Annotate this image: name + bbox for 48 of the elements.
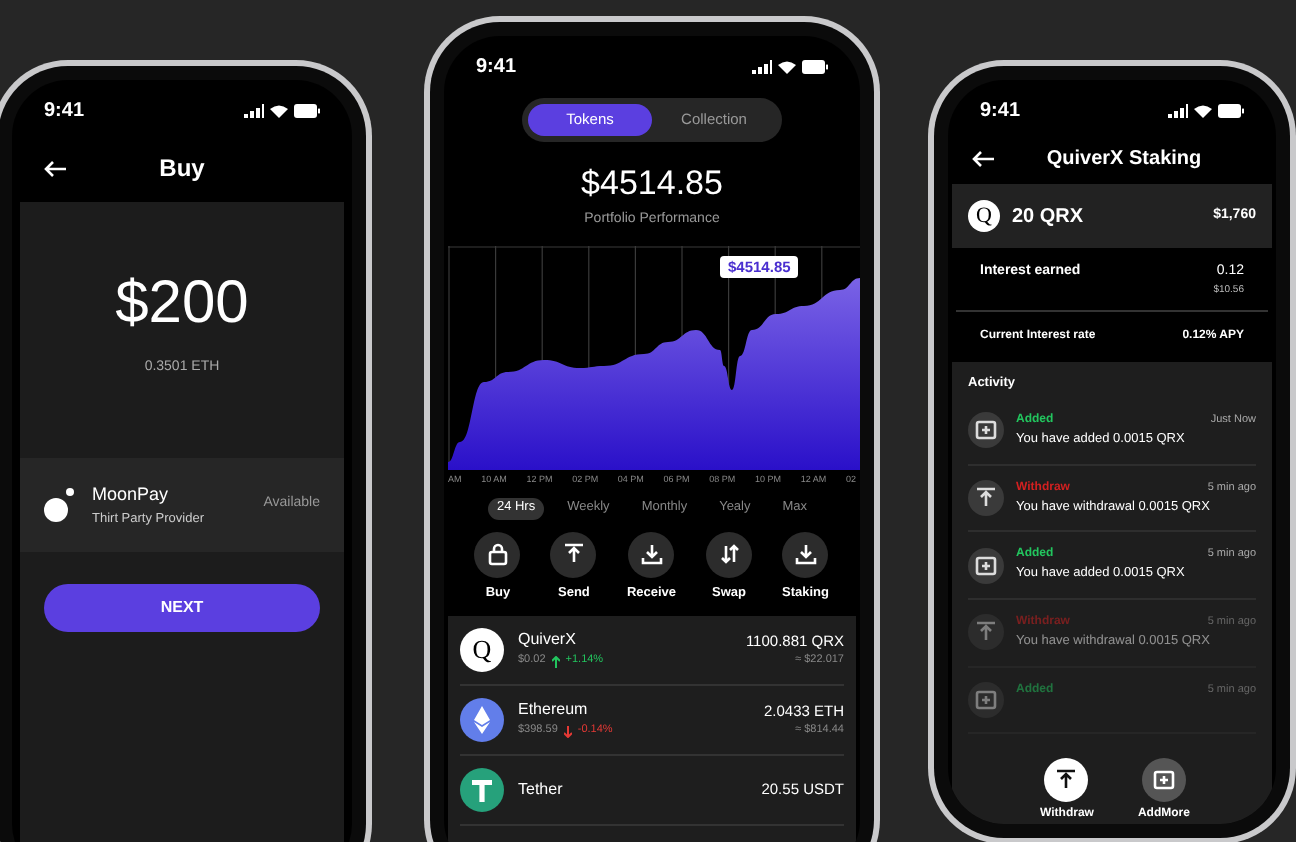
upload-icon — [974, 620, 998, 645]
action-button[interactable] — [782, 531, 829, 578]
floating-button[interactable] — [1141, 758, 1186, 802]
coin-icon: Q — [968, 200, 1000, 232]
status-time: 9:41 — [44, 98, 85, 126]
plus-frame-icon — [1151, 768, 1176, 792]
amount: $200 — [115, 268, 249, 340]
plus-frame-icon — [974, 553, 998, 578]
plus-frame-icon — [974, 418, 998, 443]
coin-icon: Q — [460, 627, 504, 671]
back-arrow-icon[interactable] — [44, 159, 68, 177]
action-button[interactable] — [550, 531, 597, 578]
coin-amount: 20 QRX — [1012, 203, 1086, 231]
upload-icon — [561, 542, 586, 567]
wifi-icon — [1194, 104, 1212, 118]
token-name: QuiverX — [518, 628, 578, 653]
battery-icon — [1218, 104, 1244, 118]
portfolio-total: $4514.85 — [579, 162, 725, 206]
back-arrow-icon[interactable] — [972, 150, 996, 168]
screen-title: QuiverX Staking — [1044, 146, 1204, 174]
signal-icon — [752, 60, 772, 74]
battery-icon — [294, 104, 320, 118]
floating-button[interactable] — [1044, 758, 1089, 802]
status-time: 9:41 — [476, 54, 517, 82]
signal-icon — [244, 104, 264, 118]
moon-logo-icon — [44, 485, 76, 526]
signal-icon — [1168, 104, 1188, 118]
battery-icon — [802, 60, 828, 74]
download-icon — [639, 542, 664, 567]
status-time: 9:41 — [980, 98, 1021, 126]
token-name: Tether — [518, 777, 565, 801]
action-button[interactable] — [706, 531, 753, 578]
next-button[interactable]: NEXT — [44, 584, 320, 633]
upload-icon — [974, 485, 998, 510]
swap-arrows-icon — [717, 542, 742, 567]
action-button[interactable] — [628, 531, 675, 578]
wifi-icon — [270, 104, 288, 118]
coin-icon — [460, 697, 504, 741]
plus-frame-icon — [974, 687, 998, 712]
token-name: Ethereum — [518, 698, 590, 723]
provider-name: MoonPay — [92, 482, 171, 508]
action-button[interactable] — [474, 531, 521, 578]
coin-icon — [460, 767, 504, 811]
upload-icon — [1054, 768, 1079, 792]
download-icon — [793, 542, 818, 567]
screen-title: Buy — [157, 152, 207, 186]
bag-icon — [485, 542, 510, 567]
wifi-icon — [778, 60, 796, 74]
